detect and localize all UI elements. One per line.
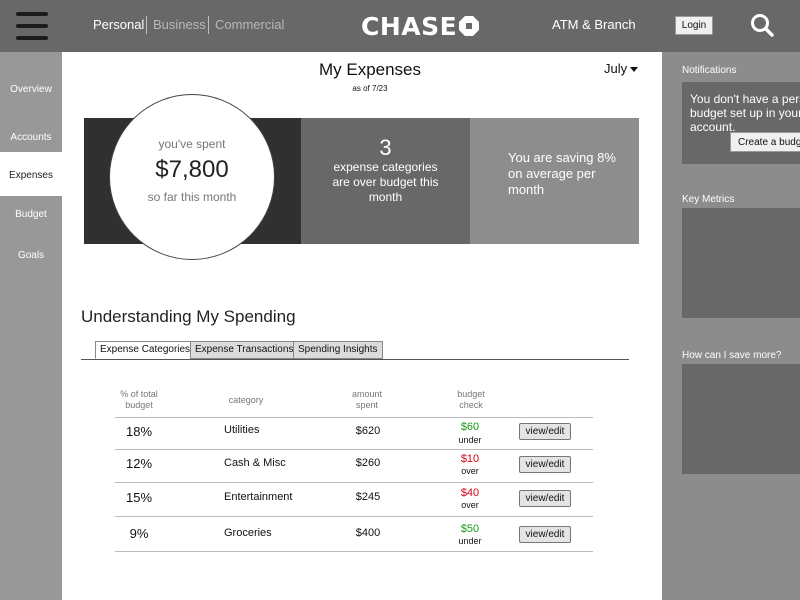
- row-pct: 15%: [125, 490, 153, 505]
- row-divider: [115, 482, 593, 483]
- nav-business[interactable]: Business: [153, 17, 206, 32]
- tab-underline: [81, 359, 629, 360]
- row-check-status: under: [458, 536, 482, 546]
- sidebar-item-accounts[interactable]: Accounts: [0, 132, 62, 143]
- nav-divider: [208, 16, 209, 34]
- page-title: My Expenses: [318, 60, 422, 79]
- col-header-category: category: [228, 395, 264, 405]
- chase-logo[interactable]: CHASE: [361, 11, 480, 41]
- row-divider: [115, 449, 593, 450]
- col-header-amount: amount spent: [351, 389, 383, 410]
- month-dropdown[interactable]: July: [604, 61, 639, 76]
- row-category: Utilities: [224, 424, 260, 436]
- row-check-amount: $10: [460, 453, 480, 465]
- row-amount: $400: [355, 527, 381, 539]
- nav-divider: [146, 16, 147, 34]
- key-metrics-label: Key Metrics: [682, 194, 735, 205]
- spent-sub: so far this month: [147, 190, 237, 204]
- view-edit-button[interactable]: view/edit: [519, 456, 571, 473]
- as-of-date: as of 7/23: [352, 84, 388, 93]
- row-check-amount: $60: [460, 421, 480, 433]
- row-category: Cash & Misc: [224, 457, 286, 469]
- create-budget-button[interactable]: Create a budget: [730, 132, 800, 152]
- row-category: Entertainment: [224, 491, 293, 503]
- notifications-box: You don't have a personal budget set up …: [682, 82, 800, 164]
- nav-personal[interactable]: Personal: [93, 17, 144, 32]
- right-panel: Notifications You don't have a personal …: [662, 52, 800, 600]
- row-pct: 18%: [125, 424, 153, 439]
- tab-expense-categories[interactable]: Expense Categories: [95, 341, 196, 359]
- view-edit-button[interactable]: view/edit: [519, 423, 571, 440]
- view-edit-button[interactable]: view/edit: [519, 490, 571, 507]
- row-divider: [115, 417, 593, 418]
- row-check-status: over: [461, 500, 479, 510]
- col-header-budget-check: budget check: [457, 389, 485, 410]
- key-metrics-box: [682, 208, 800, 318]
- over-budget-count: 3: [379, 135, 392, 160]
- over-budget-text: expense categories are over budget this …: [332, 160, 439, 204]
- nav-commercial[interactable]: Commercial: [215, 17, 284, 32]
- notification-text: You don't have a personal budget set up …: [690, 92, 800, 134]
- top-bar: Personal Business Commercial CHASE ATM &…: [0, 0, 800, 52]
- chase-octagon-icon: [459, 16, 480, 36]
- col-header-pct: % of total budget: [120, 389, 158, 410]
- row-divider: [115, 551, 593, 552]
- row-amount: $245: [355, 491, 381, 503]
- spent-amount: $7,800: [155, 156, 229, 183]
- spent-label: you've spent: [158, 137, 226, 151]
- row-check-status: under: [458, 435, 482, 445]
- section-title: Understanding My Spending: [81, 307, 296, 326]
- row-pct: 12%: [125, 456, 153, 471]
- chevron-down-icon: [630, 67, 639, 73]
- row-category: Groceries: [224, 527, 272, 539]
- view-edit-button[interactable]: view/edit: [519, 526, 571, 543]
- row-divider: [115, 516, 593, 517]
- search-icon[interactable]: [749, 12, 775, 38]
- sidebar-item-expenses[interactable]: Expenses: [0, 152, 62, 196]
- sidebar-item-goals[interactable]: Goals: [0, 250, 62, 261]
- save-more-label: How can I save more?: [682, 350, 782, 361]
- sidebar-item-overview[interactable]: Overview: [0, 84, 62, 95]
- tab-spending-insights[interactable]: Spending Insights: [293, 341, 383, 359]
- row-check-status: over: [461, 466, 479, 476]
- month-value: July: [604, 61, 628, 76]
- brand-name: CHASE: [361, 11, 458, 41]
- left-sidebar: Overview Accounts Expenses Budget Goals: [0, 52, 62, 600]
- spent-circle: you've spent $7,800 so far this month: [109, 94, 275, 260]
- row-amount: $620: [355, 425, 381, 437]
- save-more-box: [682, 364, 800, 474]
- row-check-amount: $50: [460, 523, 480, 535]
- hamburger-menu-icon[interactable]: [16, 12, 48, 40]
- tab-expense-transactions[interactable]: Expense Transactions: [190, 341, 299, 359]
- row-pct: 9%: [129, 526, 149, 541]
- atm-branch-link[interactable]: ATM & Branch: [552, 17, 636, 32]
- row-amount: $260: [355, 457, 381, 469]
- notifications-label: Notifications: [682, 65, 737, 76]
- login-button[interactable]: Login: [675, 16, 713, 35]
- sidebar-item-budget[interactable]: Budget: [0, 209, 62, 220]
- row-check-amount: $40: [460, 487, 480, 499]
- saving-text: You are saving 8% on average per month: [508, 150, 616, 197]
